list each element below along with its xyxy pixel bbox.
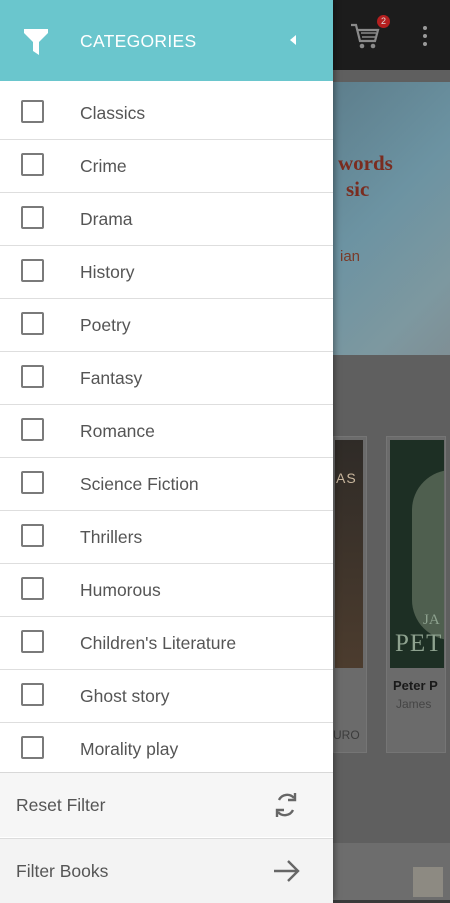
category-label: Drama	[80, 209, 133, 229]
category-item[interactable]: Fantasy	[0, 352, 333, 405]
category-item[interactable]: Poetry	[0, 299, 333, 352]
category-checkbox[interactable]	[21, 630, 44, 653]
bottom-section	[333, 843, 450, 900]
category-label: Humorous	[80, 580, 161, 600]
category-checkbox[interactable]	[21, 577, 44, 600]
category-checkbox[interactable]	[21, 736, 44, 759]
category-item[interactable]: Ghost story	[0, 670, 333, 723]
category-label: Morality play	[80, 739, 179, 759]
book-cover-text: JA	[423, 612, 440, 628]
drawer-header: CATEGORIES	[0, 0, 333, 81]
refresh-icon	[275, 793, 297, 817]
category-item[interactable]: Children's Literature	[0, 617, 333, 670]
cart-count-badge: 2	[377, 15, 390, 28]
collapse-arrow-icon[interactable]	[288, 34, 298, 46]
category-checkbox[interactable]	[21, 259, 44, 282]
category-item[interactable]: Romance	[0, 405, 333, 458]
category-item[interactable]: Crime	[0, 140, 333, 193]
category-item[interactable]: Classics	[0, 87, 333, 140]
promo-banner[interactable]	[333, 82, 450, 355]
category-label: Romance	[80, 421, 155, 441]
book-cover-text: PET	[395, 630, 443, 657]
book-cover-text: AS	[336, 470, 357, 486]
category-label: Fantasy	[80, 368, 143, 388]
filter-books-label: Filter Books	[16, 861, 109, 881]
category-checkbox[interactable]	[21, 524, 44, 547]
category-list: Classics Crime Drama History Poetry Fant…	[0, 87, 333, 776]
banner-subtitle: ian	[340, 248, 361, 265]
category-label: Classics	[80, 103, 146, 123]
category-checkbox[interactable]	[21, 100, 44, 123]
category-item[interactable]: Science Fiction	[0, 458, 333, 511]
category-checkbox[interactable]	[21, 206, 44, 229]
category-item[interactable]: Humorous	[0, 564, 333, 617]
category-label: Crime	[80, 156, 127, 176]
category-item[interactable]: Drama	[0, 193, 333, 246]
category-label: Children's Literature	[80, 633, 237, 653]
filter-funnel-icon	[24, 29, 48, 55]
category-label: Ghost story	[80, 686, 170, 706]
filter-books-button[interactable]: Filter Books	[0, 838, 333, 903]
category-label: Thrillers	[80, 527, 143, 547]
book-price: URO	[333, 728, 360, 742]
category-item[interactable]: Thrillers	[0, 511, 333, 564]
category-checkbox[interactable]	[21, 312, 44, 335]
category-item[interactable]: Morality play	[0, 723, 333, 776]
category-label: History	[80, 262, 135, 282]
category-checkbox[interactable]	[21, 683, 44, 706]
reset-filter-button[interactable]: Reset Filter	[0, 773, 333, 837]
category-label: Poetry	[80, 315, 131, 335]
category-checkbox[interactable]	[21, 418, 44, 441]
drawer-title: CATEGORIES	[80, 31, 197, 51]
arrow-right-icon	[274, 860, 300, 882]
category-checkbox[interactable]	[21, 471, 44, 494]
category-label: Science Fiction	[80, 474, 199, 494]
category-checkbox[interactable]	[21, 365, 44, 388]
book-title: Peter P	[393, 678, 438, 693]
reset-filter-label: Reset Filter	[16, 795, 106, 815]
categories-drawer: CATEGORIES Classics Crime Drama History …	[0, 0, 333, 903]
cart-icon[interactable]	[350, 22, 380, 50]
overflow-menu-icon[interactable]	[418, 24, 432, 50]
book-author: James	[396, 697, 432, 711]
category-item[interactable]: History	[0, 246, 333, 299]
category-checkbox[interactable]	[21, 153, 44, 176]
